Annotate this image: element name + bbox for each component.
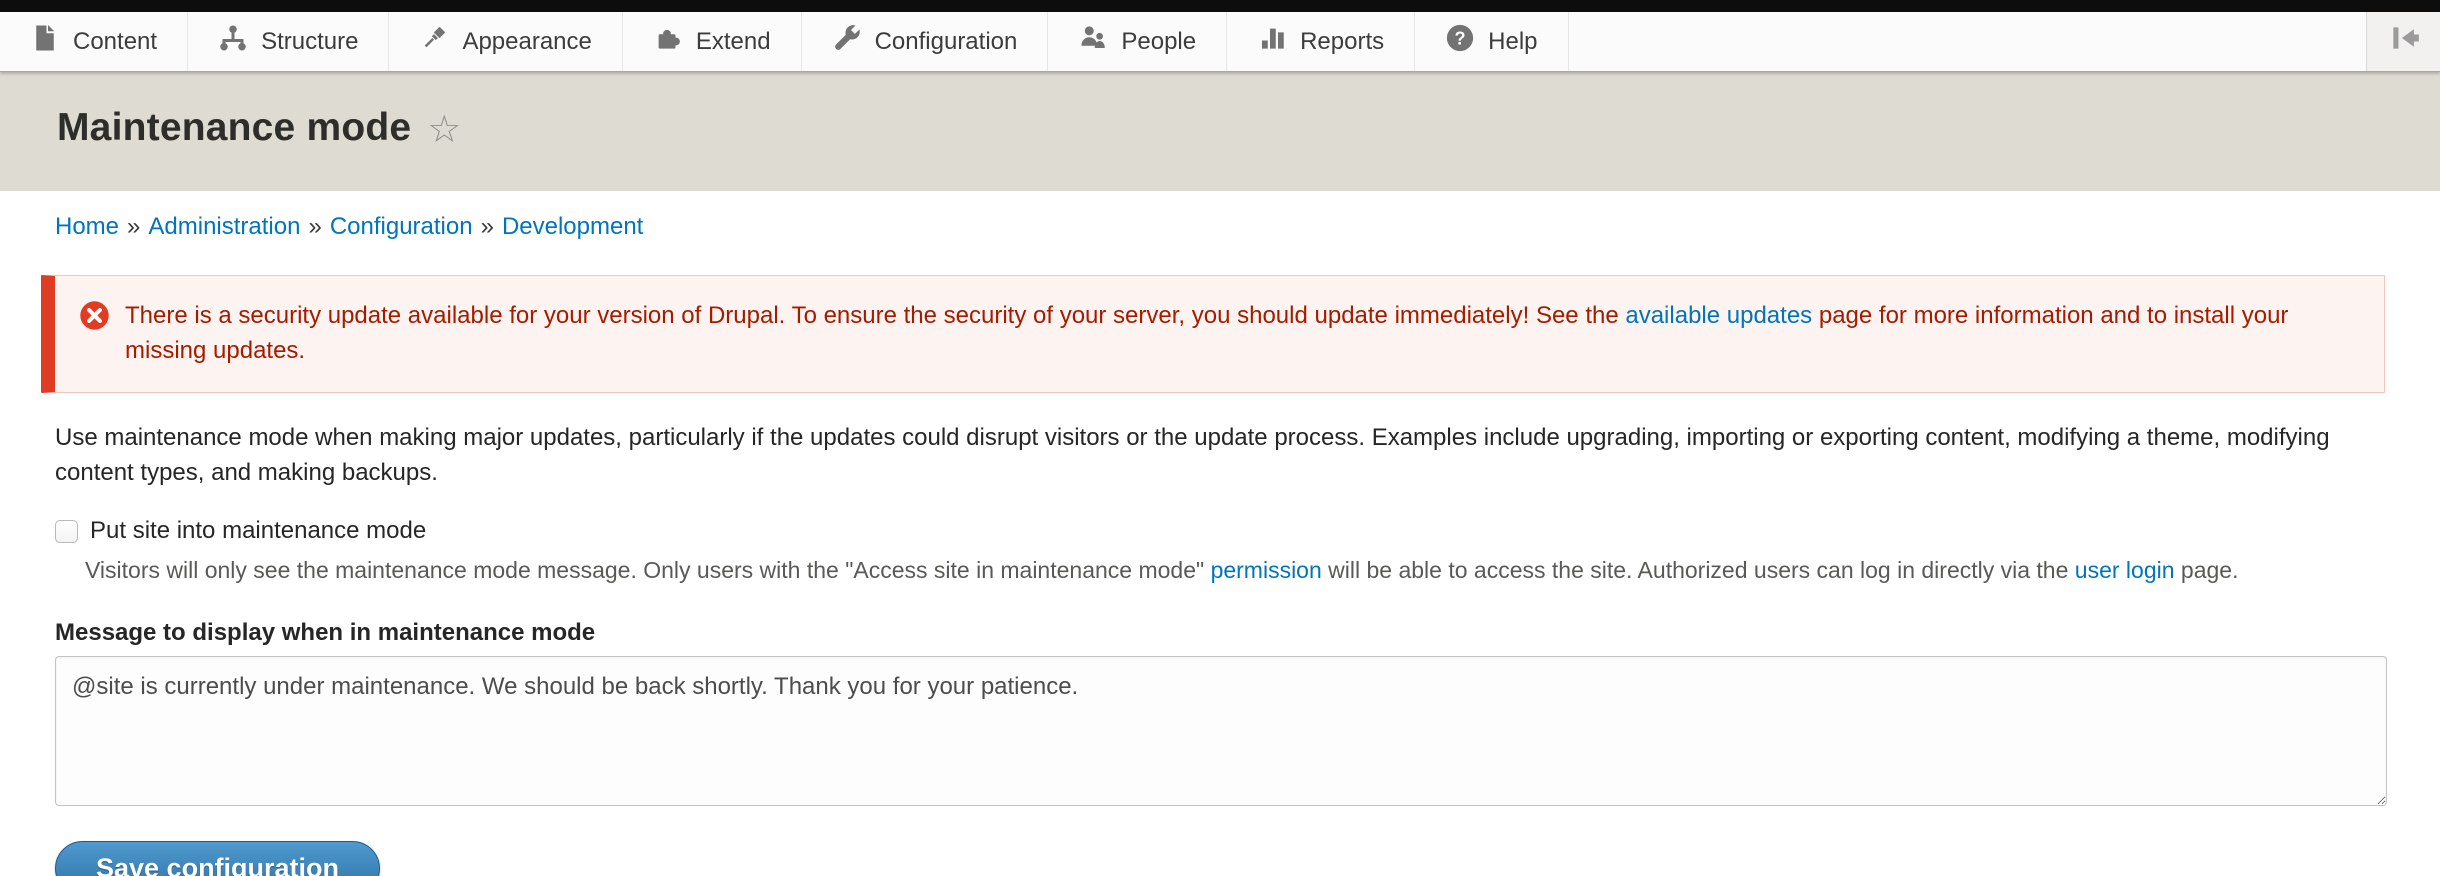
- paintbrush-icon: [419, 23, 449, 60]
- maintenance-message-label: Message to display when in maintenance m…: [55, 619, 2385, 647]
- toolbar-item-label: Content: [73, 28, 157, 56]
- toolbar-item-help[interactable]: ? Help: [1415, 12, 1568, 71]
- wrench-icon: [832, 23, 862, 60]
- breadcrumb-link-configuration[interactable]: Configuration: [330, 213, 473, 240]
- toolbar-item-configuration[interactable]: Configuration: [802, 12, 1049, 71]
- page-header: Maintenance mode ☆: [0, 72, 2440, 191]
- maintenance-message-textarea[interactable]: @site is currently under maintenance. We…: [55, 656, 2387, 806]
- security-update-error-message: There is a security update available for…: [41, 275, 2385, 393]
- toolbar-item-label: Help: [1488, 28, 1537, 56]
- toolbar-item-appearance[interactable]: Appearance: [389, 12, 622, 71]
- toolbar-item-label: Appearance: [462, 28, 591, 56]
- breadcrumb: Home » Administration » Configuration » Develo…: [55, 213, 2385, 241]
- bar-chart-icon: [1257, 23, 1287, 60]
- error-circle-x-icon: [79, 300, 110, 331]
- toolbar-item-label: Reports: [1300, 28, 1384, 56]
- svg-text:?: ?: [1455, 28, 1466, 48]
- checkbox-desc-part3: page.: [2175, 557, 2239, 583]
- available-updates-link[interactable]: available updates: [1625, 302, 1812, 329]
- toolbar-collapse-icon: [2387, 21, 2421, 62]
- sitemap-icon: [218, 23, 248, 60]
- help-icon: ?: [1445, 23, 1475, 60]
- admin-toolbar: Content Structure Appearance Extend Conf…: [0, 12, 2440, 72]
- breadcrumb-separator: »: [308, 213, 321, 240]
- top-black-strip: [0, 0, 2440, 12]
- main-content: Home » Administration » Configuration » Develo…: [0, 191, 2440, 876]
- checkbox-desc-part2: will be able to access the site. Authori…: [1322, 557, 2075, 583]
- file-icon: [30, 23, 60, 60]
- maintenance-mode-checkbox-label[interactable]: Put site into maintenance mode: [90, 517, 426, 545]
- error-text-before-link: There is a security update available for…: [125, 302, 1625, 329]
- breadcrumb-link-home[interactable]: Home: [55, 213, 119, 240]
- save-configuration-button[interactable]: Save configuration: [55, 841, 380, 876]
- toolbar-collapse-button[interactable]: [2366, 12, 2440, 71]
- maintenance-mode-checkbox-row[interactable]: Put site into maintenance mode: [55, 517, 2385, 545]
- puzzle-icon: [653, 23, 683, 60]
- toolbar-item-label: Configuration: [875, 28, 1018, 56]
- checkbox-desc-part1: Visitors will only see the maintenance m…: [85, 557, 1211, 583]
- toolbar-item-label: Extend: [696, 28, 771, 56]
- breadcrumb-separator: »: [127, 213, 140, 240]
- toolbar-item-extend[interactable]: Extend: [623, 12, 802, 71]
- maintenance-mode-checkbox[interactable]: [55, 520, 78, 543]
- error-message-text: There is a security update available for…: [125, 298, 2356, 368]
- page-title: Maintenance mode: [57, 106, 411, 150]
- permission-link[interactable]: permission: [1211, 557, 1322, 583]
- toolbar-item-label: People: [1121, 28, 1196, 56]
- people-icon: [1078, 23, 1108, 60]
- toolbar-item-reports[interactable]: Reports: [1227, 12, 1415, 71]
- maintenance-mode-intro: Use maintenance mode when making major u…: [55, 420, 2385, 490]
- breadcrumb-link-development[interactable]: Development: [502, 213, 643, 240]
- user-login-link[interactable]: user login: [2075, 557, 2175, 583]
- breadcrumb-separator: »: [481, 213, 494, 240]
- toolbar-item-content[interactable]: Content: [0, 12, 188, 71]
- toolbar-item-people[interactable]: People: [1048, 12, 1227, 71]
- breadcrumb-link-administration[interactable]: Administration: [148, 213, 300, 240]
- shortcut-star-icon[interactable]: ☆: [427, 106, 461, 154]
- toolbar-item-label: Structure: [261, 28, 358, 56]
- toolbar-item-structure[interactable]: Structure: [188, 12, 389, 71]
- maintenance-mode-checkbox-description: Visitors will only see the maintenance m…: [85, 554, 2385, 586]
- toolbar-spacer: [1569, 12, 2367, 71]
